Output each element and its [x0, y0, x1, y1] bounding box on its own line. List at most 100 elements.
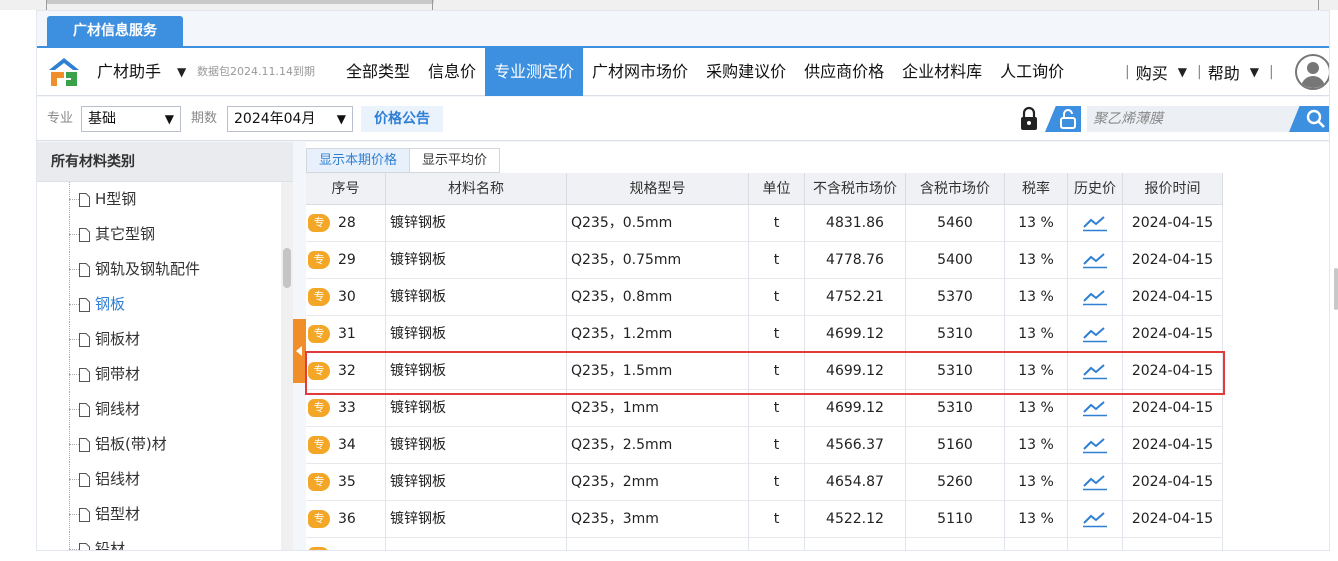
cell-history [1068, 464, 1123, 501]
table-row[interactable]: 专 29 镀锌钢板 Q235，0.75mm t 4778.76 5400 13 %… [306, 242, 1223, 279]
tree-item-label: 铅材 [95, 540, 126, 551]
cell-tax-rate: 13 % [1005, 353, 1068, 390]
trend-chart-icon[interactable] [1082, 288, 1108, 306]
table-row[interactable]: 专 34 镀锌钢板 Q235，2.5mm t 4566.37 5160 13 % … [306, 427, 1223, 464]
tree-item-lead[interactable]: 铅材 [37, 532, 281, 551]
buy-caret[interactable]: ▼ [1178, 65, 1187, 79]
nav-info-price[interactable]: 信息价 [419, 48, 485, 96]
table-row[interactable]: 专 33 镀锌钢板 Q235，1mm t 4699.12 5310 13 % 20… [306, 390, 1223, 427]
sidebar-scrollbar-thumb[interactable] [283, 248, 291, 288]
cell-name: 镀锌钢板 [386, 242, 567, 279]
major-select[interactable]: 基础 ▼ [81, 106, 181, 132]
cell-quote-date: 2024-04-15 [1123, 464, 1223, 501]
table-row[interactable]: 专 31 镀锌钢板 Q235，1.2mm t 4699.12 5310 13 % … [306, 316, 1223, 353]
cell-tax-rate [1005, 538, 1068, 550]
table-row[interactable]: 专 35 镀锌钢板 Q235，2mm t 4654.87 5260 13 % 20… [306, 464, 1223, 501]
help-caret[interactable]: ▼ [1250, 65, 1259, 79]
nav-all-types[interactable]: 全部类型 [337, 48, 419, 96]
period-label: 期数 [191, 111, 218, 126]
nav-manual-inquiry[interactable]: 人工询价 [991, 48, 1073, 96]
tree-item-aluminum-profile[interactable]: 铝型材 [37, 497, 281, 532]
trend-chart-icon[interactable] [1082, 473, 1108, 491]
brand-name[interactable]: 广材助手 [97, 48, 161, 96]
period-select[interactable]: 2024年04月 ▼ [227, 106, 353, 132]
trend-chart-icon[interactable] [1082, 510, 1108, 528]
buy-menu[interactable]: 购买 [1136, 60, 1168, 84]
category-sidebar: 所有材料类别 H型钢 其它型钢 钢轨及钢轨配件 钢板 铜板材 铜带材 铜线材 铝… [37, 142, 293, 551]
unlock-button[interactable] [1045, 106, 1081, 132]
tree-item-h-steel[interactable]: H型钢 [37, 182, 281, 217]
col-price-ex-tax[interactable]: 不含税市场价 [805, 173, 906, 205]
trend-chart-icon[interactable] [1082, 436, 1108, 454]
period-value: 2024年04月 [234, 111, 316, 127]
table-row[interactable]: 专 28 镀锌钢板 Q235，0.5mm t 4831.86 5460 13 % … [306, 205, 1223, 242]
nav-enterprise-library[interactable]: 企业材料库 [893, 48, 991, 96]
cell-price-ex-tax: 4752.21 [805, 279, 906, 316]
cell-unit: t [749, 353, 805, 390]
col-spec[interactable]: 规格型号 [567, 173, 749, 205]
document-icon [79, 193, 90, 207]
cell-unit: t [749, 390, 805, 427]
tab-average-price[interactable]: 显示平均价 [409, 148, 501, 173]
cell-seq: 专 30 [306, 279, 386, 316]
col-quote-date[interactable]: 报价时间 [1123, 173, 1223, 205]
app-tab[interactable]: 广材信息服务 [47, 16, 183, 46]
menu-bar: 广材助手 ▼ 数据包2024.11.14到期 全部类型 信息价 专业测定价 广材… [37, 46, 1329, 96]
tree-item-copper-plate[interactable]: 铜板材 [37, 322, 281, 357]
cell-tax-rate: 13 % [1005, 390, 1068, 427]
tree-item-copper-wire[interactable]: 铜线材 [37, 392, 281, 427]
brand-dropdown-caret[interactable]: ▼ [177, 48, 186, 96]
trend-chart-icon[interactable] [1082, 214, 1108, 232]
trend-chart-icon[interactable] [1082, 325, 1108, 343]
help-menu[interactable]: 帮助 [1208, 60, 1240, 84]
table-row-highlighted[interactable]: 专 32 镀锌钢板 Q235，1.5mm t 4699.12 5310 13 % … [306, 353, 1223, 390]
cell-price-in-tax: 5460 [906, 205, 1005, 242]
tree-item-aluminum-plate[interactable]: 铝板(带)材 [37, 427, 281, 462]
col-name[interactable]: 材料名称 [386, 173, 567, 205]
nav-purchase-advice[interactable]: 采购建议价 [697, 48, 795, 96]
col-tax-rate[interactable]: 税率 [1005, 173, 1068, 205]
cell-unit: t [749, 242, 805, 279]
cell-price-ex-tax: 4831.86 [805, 205, 906, 242]
tree-item-label: 铜线材 [95, 400, 141, 418]
nav-market-price[interactable]: 广材网市场价 [583, 48, 697, 96]
price-notice-button[interactable]: 价格公告 [361, 106, 443, 132]
col-seq[interactable]: 序号 [306, 173, 386, 205]
cell-name: 镀锌钢板 [386, 205, 567, 242]
tree-item-label: 钢板 [95, 295, 126, 313]
tree-item-copper-strip[interactable]: 铜带材 [37, 357, 281, 392]
horizontal-scrollbar[interactable] [46, 0, 434, 4]
cell-seq: 专 33 [306, 390, 386, 427]
tab-current-price[interactable]: 显示本期价格 [306, 148, 411, 173]
col-history[interactable]: 历史价 [1068, 173, 1123, 205]
trend-chart-icon[interactable] [1082, 399, 1108, 417]
sidebar-collapse-handle[interactable] [293, 319, 306, 383]
left-gutter [0, 10, 36, 561]
user-avatar-icon[interactable] [1295, 54, 1329, 90]
table-row[interactable]: 专 36 镀锌钢板 Q235，3mm t 4522.12 5110 13 % 20… [306, 501, 1223, 538]
cell-quote-date: 2024-04-15 [1123, 390, 1223, 427]
nav-professional-price[interactable]: 专业测定价 [485, 48, 584, 96]
document-icon [79, 508, 90, 522]
cell-tax-rate: 13 % [1005, 427, 1068, 464]
col-price-in-tax[interactable]: 含税市场价 [906, 173, 1005, 205]
sidebar-scrollbar[interactable] [281, 182, 293, 550]
trend-chart-icon[interactable] [1082, 362, 1108, 380]
page-scrollbar-thumb[interactable] [1334, 268, 1338, 310]
tree-item-other-section-steel[interactable]: 其它型钢 [37, 217, 281, 252]
table-row-partial[interactable]: 专 [306, 538, 1223, 550]
tree-item-label: H型钢 [95, 190, 137, 208]
tree-item-aluminum-wire[interactable]: 铝线材 [37, 462, 281, 497]
page-scrollbar[interactable] [1330, 10, 1338, 561]
tree-item-steel-plate[interactable]: 钢板 [37, 287, 281, 322]
tree-item-rail[interactable]: 钢轨及钢轨配件 [37, 252, 281, 287]
search-input[interactable]: 聚乙烯薄膜 [1087, 106, 1299, 132]
trend-chart-icon[interactable] [1082, 251, 1108, 269]
nav-supplier-price[interactable]: 供应商价格 [795, 48, 893, 96]
cell-price-ex-tax: 4778.76 [805, 242, 906, 279]
table-row[interactable]: 专 30 镀锌钢板 Q235，0.8mm t 4752.21 5370 13 % … [306, 279, 1223, 316]
cell-price-ex-tax: 4654.87 [805, 464, 906, 501]
lock-icon[interactable] [1017, 106, 1041, 132]
col-unit[interactable]: 单位 [749, 173, 805, 205]
cell-name: 镀锌钢板 [386, 427, 567, 464]
